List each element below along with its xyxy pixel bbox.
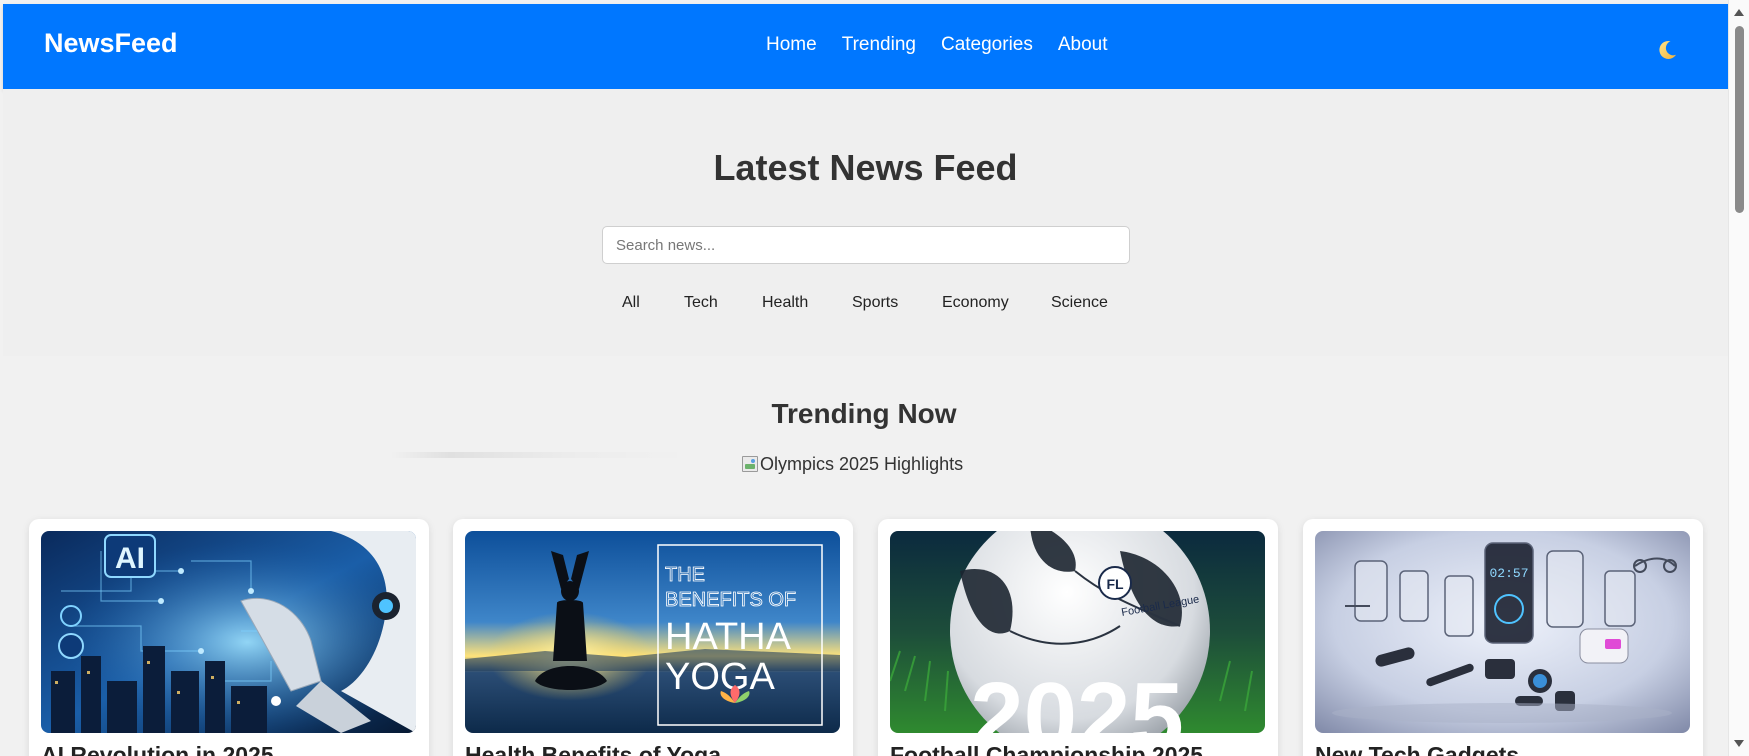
filter-all[interactable]: All <box>622 294 640 312</box>
trending-carousel-image[interactable]: Olympics 2025 Highlights <box>742 454 963 474</box>
filter-tech[interactable]: Tech <box>684 294 718 312</box>
svg-text:BENEFITS OF: BENEFITS OF <box>665 589 796 611</box>
carousel-fade <box>390 452 690 458</box>
scroll-down-arrow-icon[interactable] <box>1734 740 1744 747</box>
news-card-title[interactable]: AI Revolution in 2025 <box>41 742 417 756</box>
nav-home[interactable]: Home <box>766 34 817 56</box>
hero-section: Latest News Feed All Tech Health Sports … <box>3 89 1728 356</box>
ai-image-text: AI <box>115 542 145 575</box>
main-nav: Home Trending Categories About <box>766 34 1133 56</box>
category-filters: All Tech Health Sports Economy Science <box>603 294 1129 320</box>
filter-science[interactable]: Science <box>1051 294 1108 312</box>
search-input[interactable] <box>602 226 1130 264</box>
page-title: Latest News Feed <box>713 147 1018 188</box>
filter-sports[interactable]: Sports <box>852 294 898 312</box>
moon-icon[interactable] <box>1655 38 1679 62</box>
broken-image-icon <box>742 456 758 472</box>
news-card-ai[interactable]: AI AI Revolution in 2025 <box>29 519 429 756</box>
scroll-up-arrow-icon[interactable] <box>1734 9 1744 16</box>
news-card-image[interactable]: FL Football League 2025 <box>890 531 1265 733</box>
top-navbar: NewsFeed Home Trending Categories About <box>3 4 1728 89</box>
news-card-image[interactable]: THE BENEFITS OF HATHA YOGA <box>465 531 840 733</box>
news-card-yoga[interactable]: THE BENEFITS OF HATHA YOGA Health Benefi… <box>453 519 853 756</box>
svg-text:FL: FL <box>1106 576 1124 592</box>
nav-about[interactable]: About <box>1058 34 1108 56</box>
filter-economy[interactable]: Economy <box>942 294 1009 312</box>
scroll-thumb[interactable] <box>1735 26 1744 213</box>
svg-text:HATHA: HATHA <box>665 616 792 658</box>
nav-trending[interactable]: Trending <box>842 34 916 56</box>
news-card-title[interactable]: Health Benefits of Yoga <box>465 742 841 756</box>
svg-text:THE: THE <box>665 564 705 586</box>
svg-text:02:57: 02:57 <box>1489 566 1528 581</box>
svg-text:2025: 2025 <box>970 663 1184 733</box>
news-card-image[interactable]: 02:57 <box>1315 531 1690 733</box>
page-scrollbar[interactable] <box>1728 0 1749 756</box>
brand-logo[interactable]: NewsFeed <box>44 28 178 59</box>
nav-categories[interactable]: Categories <box>941 34 1033 56</box>
broken-image-alt: Olympics 2025 Highlights <box>760 453 964 474</box>
news-card-football[interactable]: FL Football League 2025 Football Champio… <box>878 519 1278 756</box>
svg-text:YOGA: YOGA <box>665 656 775 698</box>
news-card-gadgets[interactable]: 02:57 New Tech Gadgets <box>1303 519 1703 756</box>
trending-title: Trending Now <box>771 398 957 429</box>
news-card-title[interactable]: Football Championship 2025 <box>890 742 1266 756</box>
news-card-title[interactable]: New Tech Gadgets <box>1315 742 1691 756</box>
news-card-image[interactable]: AI <box>41 531 416 733</box>
filter-health[interactable]: Health <box>762 294 808 312</box>
